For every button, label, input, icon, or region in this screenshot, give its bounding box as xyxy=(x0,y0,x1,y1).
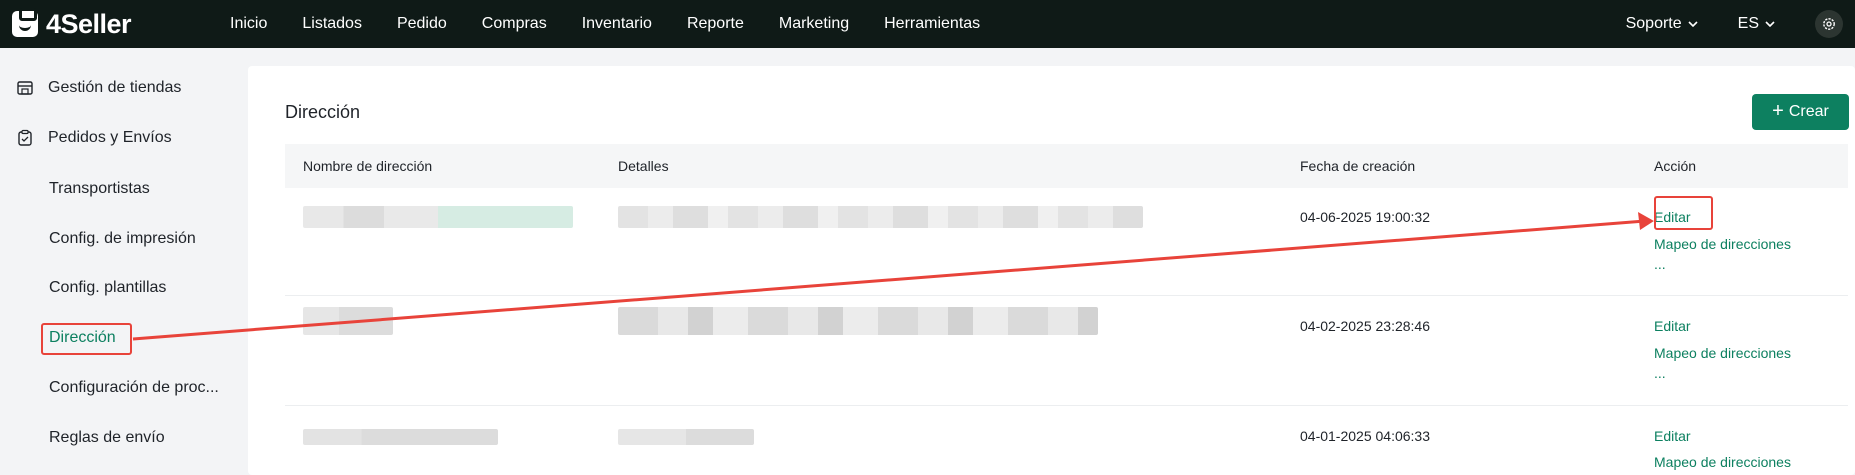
more-actions-button[interactable]: ... xyxy=(1654,256,1666,272)
nav-marketing[interactable]: Marketing xyxy=(779,15,849,33)
address-mapping-link[interactable]: Mapeo de direcciones xyxy=(1654,345,1791,361)
main-content: Dirección + Crear Nombre de dirección De… xyxy=(248,66,1855,475)
top-navigation-bar: 4Seller Inicio Listados Pedido Compras I… xyxy=(0,0,1855,48)
clipboard-icon xyxy=(16,129,34,147)
sidebar-item-print-settings[interactable]: Config. de impresión xyxy=(49,230,196,248)
nav-herramientas[interactable]: Herramientas xyxy=(884,15,980,33)
more-actions-button[interactable]: ... xyxy=(1654,365,1666,381)
gear-icon xyxy=(1823,18,1835,30)
created-date: 04-02-2025 23:28:46 xyxy=(1300,318,1430,334)
sidebar-group-store-management[interactable]: Gestión de tiendas xyxy=(16,79,181,97)
create-button-label: Crear xyxy=(1788,103,1829,120)
sidebar-item-shipping-rules[interactable]: Reglas de envío xyxy=(49,429,165,447)
nav-reporte[interactable]: Reporte xyxy=(687,15,744,33)
sidebar-item-templates[interactable]: Config. plantillas xyxy=(49,279,166,297)
chevron-down-icon xyxy=(1688,21,1698,27)
address-mapping-link[interactable]: Mapeo de direcciones xyxy=(1654,454,1791,470)
redacted-address-name xyxy=(303,429,498,445)
highlight-sidebar-address xyxy=(41,323,132,355)
nav-listados[interactable]: Listados xyxy=(302,15,362,33)
support-dropdown[interactable]: Soporte xyxy=(1626,15,1698,33)
nav-compras[interactable]: Compras xyxy=(482,15,547,33)
language-dropdown[interactable]: ES xyxy=(1738,15,1775,33)
column-header-address-name: Nombre de dirección xyxy=(303,158,433,174)
create-button[interactable]: + Crear xyxy=(1752,94,1849,130)
table-row: 04-02-2025 23:28:46 Editar Mapeo de dire… xyxy=(285,297,1848,406)
sidebar-group-label: Pedidos y Envíos xyxy=(48,129,172,146)
sidebar: Gestión de tiendas Pedidos y Envíos Tran… xyxy=(0,48,248,475)
column-header-action: Acción xyxy=(1654,158,1697,174)
created-date: 04-01-2025 04:06:33 xyxy=(1300,428,1430,444)
settings-button[interactable] xyxy=(1815,10,1843,38)
address-mapping-link[interactable]: Mapeo de direcciones xyxy=(1654,236,1791,252)
table-row: 04-01-2025 04:06:33 Editar Mapeo de dire… xyxy=(285,406,1848,475)
nav-pedido[interactable]: Pedido xyxy=(397,15,447,33)
brand-name: 4Seller xyxy=(46,8,132,39)
redacted-address-name xyxy=(303,307,393,335)
table-row: 04-06-2025 19:00:32 Editar Mapeo de dire… xyxy=(285,188,1848,296)
page-title: Dirección xyxy=(285,102,361,122)
top-right-controls: Soporte ES xyxy=(1626,0,1855,48)
plus-icon: + xyxy=(1772,99,1784,122)
language-label: ES xyxy=(1737,15,1759,32)
column-header-created-date: Fecha de creación xyxy=(1300,158,1416,174)
redacted-address-details xyxy=(618,429,754,445)
edit-link[interactable]: Editar xyxy=(1654,428,1691,444)
redacted-address-name xyxy=(303,206,573,228)
store-icon xyxy=(16,79,34,97)
main-menu: Inicio Listados Pedido Compras Inventari… xyxy=(230,15,1015,33)
column-header-details: Detalles xyxy=(618,158,669,174)
brand-logo[interactable]: 4Seller xyxy=(12,8,202,40)
nav-inventario[interactable]: Inventario xyxy=(582,15,652,33)
sidebar-group-orders-shipping[interactable]: Pedidos y Envíos xyxy=(16,129,172,147)
support-label: Soporte xyxy=(1625,15,1682,32)
sidebar-item-process-config[interactable]: Configuración de proc... xyxy=(49,379,219,397)
table-header: Nombre de dirección Detalles Fecha de cr… xyxy=(285,144,1848,188)
sidebar-group-label: Gestión de tiendas xyxy=(48,79,182,96)
shopping-bag-icon xyxy=(12,8,38,37)
edit-link[interactable]: Editar xyxy=(1654,318,1691,334)
redacted-address-details xyxy=(618,206,1143,228)
created-date: 04-06-2025 19:00:32 xyxy=(1300,209,1430,225)
redacted-address-details xyxy=(618,307,1098,335)
highlight-edit-link xyxy=(1654,196,1713,230)
sidebar-item-carriers[interactable]: Transportistas xyxy=(49,180,150,198)
chevron-down-icon xyxy=(1765,21,1775,27)
nav-inicio[interactable]: Inicio xyxy=(230,15,267,33)
